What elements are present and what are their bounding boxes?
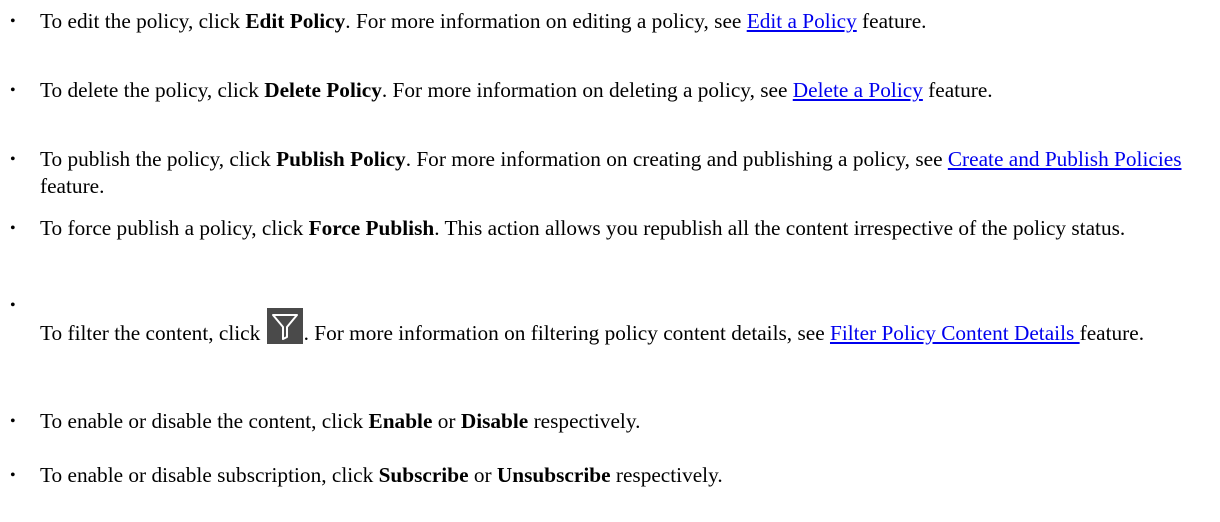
bullet: • xyxy=(10,467,16,484)
text-segment: respectively. xyxy=(528,409,641,433)
text-segment: or xyxy=(432,409,461,433)
text-segment: feature. xyxy=(1079,321,1145,345)
bullet: • xyxy=(10,413,16,430)
bold-label-edit-policy: Edit Policy xyxy=(245,9,346,33)
list-item-text: To edit the policy, click Edit Policy. F… xyxy=(40,8,1200,35)
text-segment: feature. xyxy=(922,78,993,102)
bold-label-publish-policy: Publish Policy xyxy=(276,147,406,171)
text-segment: respectively. xyxy=(610,463,723,487)
bullet: • xyxy=(10,297,16,314)
bold-label-delete-policy: Delete Policy xyxy=(264,78,382,102)
bullet: • xyxy=(10,220,16,237)
list-item-text: To delete the policy, click Delete Polic… xyxy=(40,77,1200,104)
text-segment: To publish the policy, click xyxy=(40,147,277,171)
bold-label-enable: Enable xyxy=(368,409,433,433)
filter-icon[interactable] xyxy=(266,308,303,344)
text-segment: . For more information on creating and p… xyxy=(405,147,948,171)
text-segment: To enable or disable the content, click xyxy=(40,409,369,433)
text-segment: To filter the content, click xyxy=(40,321,266,345)
text-segment: . For more information on deleting a pol… xyxy=(381,78,793,102)
bold-label-unsubscribe: Unsubscribe xyxy=(496,463,611,487)
bullet: • xyxy=(10,151,16,168)
text-segment: To force publish a policy, click xyxy=(40,216,309,240)
bullet: • xyxy=(10,13,16,30)
list-item-text: To enable or disable subscription, click… xyxy=(40,462,1200,489)
bold-label-disable: Disable xyxy=(460,409,529,433)
link-filter-policy-content-details[interactable]: Filter Policy Content Details xyxy=(830,321,1080,345)
link-edit-a-policy[interactable]: Edit a Policy xyxy=(747,9,857,33)
text-segment: To delete the policy, click xyxy=(40,78,265,102)
text-segment: To enable or disable subscription, click xyxy=(40,463,379,487)
text-segment: . For more information on filtering poli… xyxy=(303,321,830,345)
text-segment: or xyxy=(468,463,497,487)
list-item-text: To enable or disable the content, click … xyxy=(40,408,1200,435)
text-segment: feature. xyxy=(40,174,105,198)
bullet: • xyxy=(10,82,16,99)
text-segment: . For more information on editing a poli… xyxy=(345,9,747,33)
list-item-text: To filter the content, click . For more … xyxy=(40,308,1200,347)
list-item-text: To force publish a policy, click Force P… xyxy=(40,215,1200,242)
bold-label-subscribe: Subscribe xyxy=(378,463,469,487)
link-create-and-publish-policies[interactable]: Create and Publish Policies xyxy=(948,147,1182,171)
text-segment: feature. xyxy=(856,9,927,33)
list-item-text: To publish the policy, click Publish Pol… xyxy=(40,146,1200,200)
text-segment: . This action allows you republish all t… xyxy=(434,216,1126,240)
link-delete-a-policy[interactable]: Delete a Policy xyxy=(793,78,923,102)
bold-label-force-publish: Force Publish xyxy=(308,216,435,240)
text-segment: To edit the policy, click xyxy=(40,9,246,33)
